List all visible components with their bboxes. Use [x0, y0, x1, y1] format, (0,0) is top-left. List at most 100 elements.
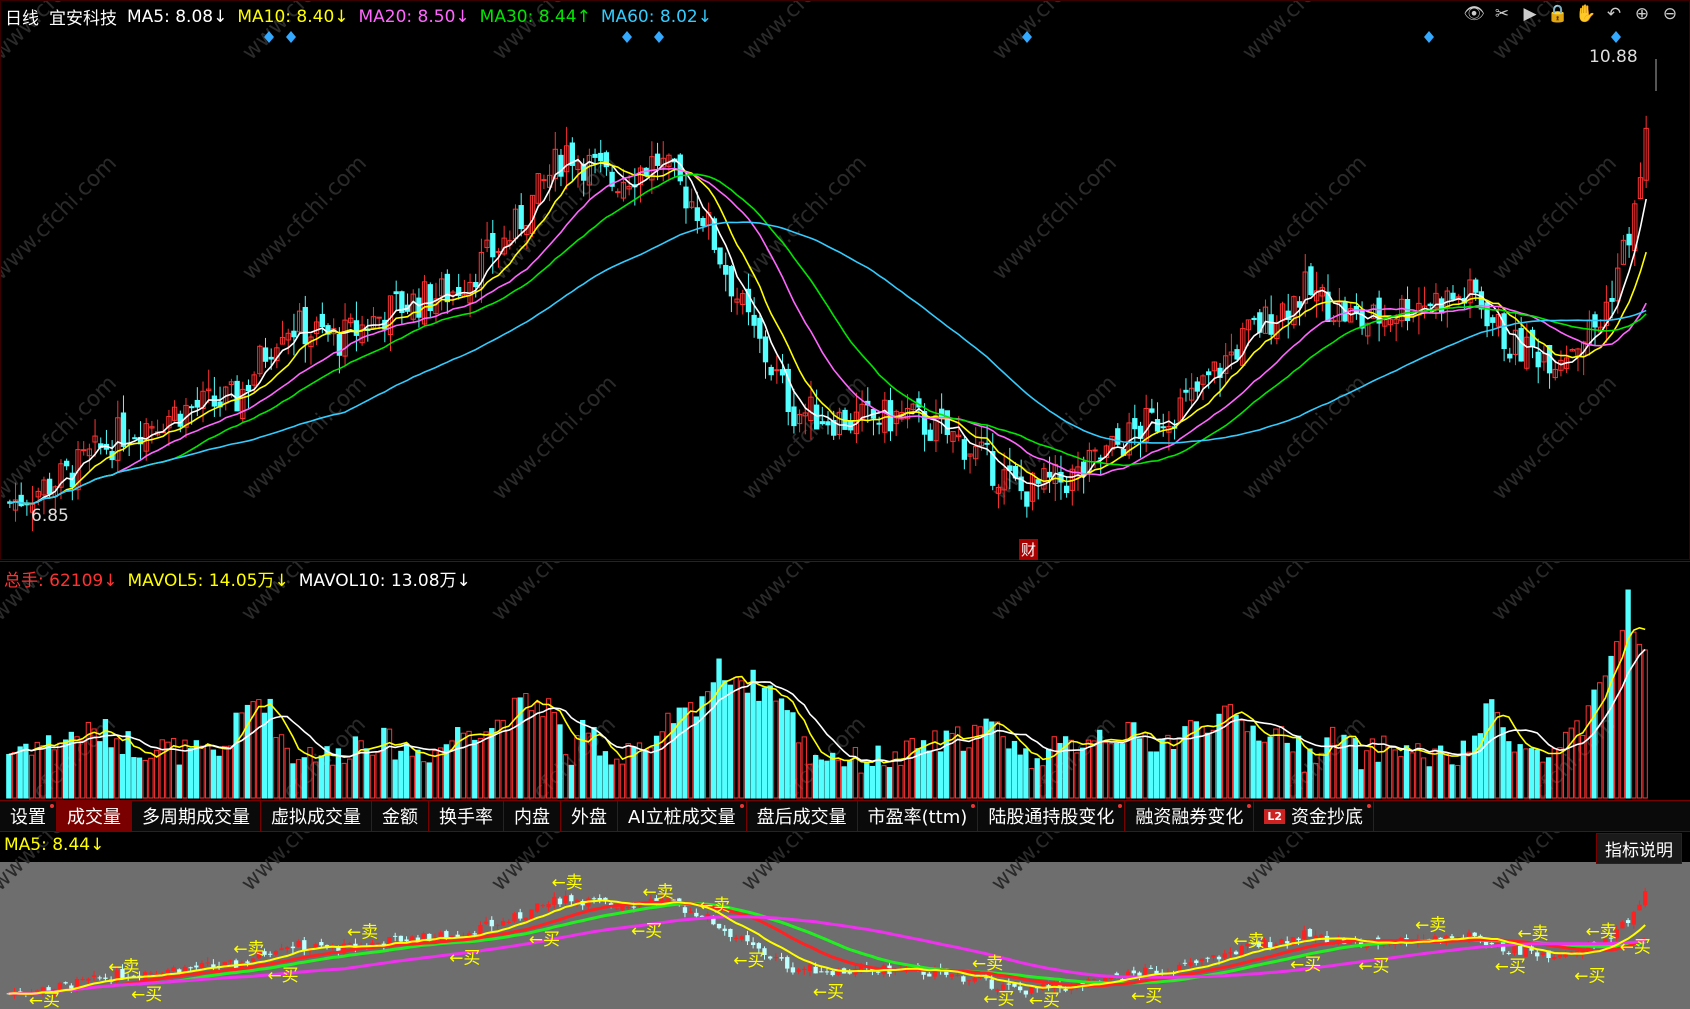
volume-bar	[1256, 740, 1262, 799]
indicator-candle	[449, 935, 455, 937]
tab-virtual-volume[interactable]: 虚拟成交量	[261, 801, 372, 831]
volume-bar	[761, 687, 768, 799]
tab-bottom-fishing[interactable]: L2 资金抄底	[1254, 801, 1374, 831]
tab-ai-volume[interactable]: AI立桩成交量	[618, 801, 747, 831]
candle-body	[1132, 418, 1138, 430]
indicator-panel[interactable]: www.cfchi.comwww.cfchi.comwww.cfchi.comw…	[0, 832, 1690, 1009]
indicator-candle	[1233, 951, 1239, 955]
indicator-candle	[472, 933, 477, 935]
buy-signal-label: ←买	[983, 990, 1014, 1009]
zoom-in-icon[interactable]: ⊕	[1631, 3, 1653, 25]
candle-body	[1268, 314, 1274, 335]
candle-body	[1507, 353, 1513, 359]
volume-bar	[210, 749, 217, 799]
lock-icon[interactable]: 🔒	[1547, 3, 1569, 25]
stock-name: 宜安科技	[49, 9, 117, 29]
volume-bar	[744, 692, 751, 799]
volume-bar	[903, 740, 910, 799]
indicator-candle	[694, 912, 699, 917]
indicator-candle	[949, 974, 955, 977]
indicator-candle	[86, 978, 91, 981]
ma20-label: MA20: 8.50↓	[358, 6, 470, 27]
indicator-candle	[63, 982, 68, 984]
indicator-candle	[319, 942, 324, 946]
candlestick-chart[interactable]: www.cfchi.com www.cfchi.com www.cfchi.com w…	[1, 1, 1690, 561]
volume-bar	[472, 739, 478, 799]
volume-panel[interactable]: www.cfchi.com www.cfchi.com www.cfchi.com w…	[0, 561, 1690, 800]
volume-bar	[381, 727, 387, 799]
candle-body	[1308, 266, 1314, 296]
candle-body	[779, 369, 786, 376]
indicator-candle	[1211, 955, 1216, 958]
volume-bar	[1341, 734, 1347, 799]
indicator-candle	[1552, 957, 1557, 960]
tab-amount[interactable]: 金额	[372, 801, 429, 831]
indicator-candle	[478, 925, 483, 935]
tab-after-hours-volume[interactable]: 盘后成交量	[747, 801, 858, 831]
indicator-candle	[273, 951, 279, 955]
indicator-candle	[1205, 957, 1210, 959]
indicator-candle	[80, 979, 85, 981]
volume-bar	[1233, 714, 1239, 799]
candle-body	[728, 266, 735, 297]
volume-bar	[1420, 757, 1427, 799]
mavol5-label: MAVOL5: 14.05万↓	[127, 571, 289, 591]
zoom-out-icon[interactable]: ⊖	[1659, 3, 1681, 25]
volume-bar	[222, 745, 228, 799]
hand-icon[interactable]: ✋	[1575, 3, 1597, 25]
volume-bar	[1119, 743, 1126, 799]
watermark-text: www.cfchi.com	[1488, 151, 1622, 285]
candle-body	[791, 406, 797, 427]
tab-multi-period-volume[interactable]: 多周期成交量	[132, 801, 261, 831]
volume-bar	[619, 763, 626, 799]
financial-report-marker[interactable]: 财	[1019, 539, 1039, 560]
volume-bar	[1625, 589, 1631, 799]
indicator-candle	[807, 964, 813, 972]
candle-body	[762, 336, 769, 363]
indicator-candle	[1222, 953, 1227, 959]
volume-bar	[68, 731, 74, 799]
volume-bar	[909, 737, 915, 799]
volume-bar	[1023, 748, 1029, 799]
candle-body	[268, 356, 274, 360]
buy-signal-label: ←买	[29, 991, 60, 1009]
undo-icon[interactable]: ↶	[1603, 3, 1625, 25]
indicator-candle	[620, 905, 625, 911]
price-chart-panel[interactable]: www.cfchi.com www.cfchi.com www.cfchi.com w…	[0, 0, 1690, 560]
play-icon[interactable]: ▶	[1519, 3, 1541, 25]
indicator-candle	[1523, 948, 1529, 957]
volume-chart[interactable]: www.cfchi.com www.cfchi.com www.cfchi.com w…	[0, 562, 1690, 800]
candle-body	[1490, 317, 1496, 323]
volume-bar	[1506, 741, 1512, 799]
volume-bar	[290, 763, 296, 799]
indicator-chart[interactable]: www.cfchi.comwww.cfchi.comwww.cfchi.comw…	[0, 832, 1690, 1009]
candle-body	[717, 247, 723, 265]
tab-pe-ttm[interactable]: 市盈率(ttm)	[858, 801, 979, 831]
volume-bar	[1187, 720, 1194, 799]
volume-bar	[784, 710, 790, 799]
indicator-candle	[574, 900, 580, 903]
indicator-candle	[1279, 939, 1284, 944]
tab-settings[interactable]: 设置	[0, 801, 57, 831]
scissors-icon[interactable]: ✂	[1491, 3, 1513, 25]
tab-turnover[interactable]: 换手率	[429, 801, 504, 831]
indicator-candle	[1188, 962, 1193, 966]
eye-icon[interactable]: 👁	[1463, 3, 1485, 25]
tab-inner-volume[interactable]: 内盘	[504, 801, 561, 831]
indicator-candle	[103, 977, 108, 979]
indicator-candle	[285, 947, 290, 950]
candle-body	[558, 154, 564, 177]
indicator-candle	[875, 971, 881, 973]
tab-outer-volume[interactable]: 外盘	[561, 801, 618, 831]
indicator-explain-button[interactable]: 指标说明	[1596, 833, 1682, 864]
tab-volume[interactable]: 成交量	[57, 801, 132, 831]
tab-margin-trading[interactable]: 融资融券变化	[1125, 801, 1255, 831]
volume-bar	[17, 746, 23, 799]
volume-bar	[233, 712, 239, 799]
indicator-candle	[785, 957, 790, 969]
indicator-candle	[1091, 979, 1097, 981]
indicator-candle	[148, 972, 154, 974]
tab-northbound-holding[interactable]: 陆股通持股变化	[978, 801, 1126, 831]
period-label[interactable]: 日线	[5, 4, 39, 29]
candle-body	[751, 314, 757, 326]
